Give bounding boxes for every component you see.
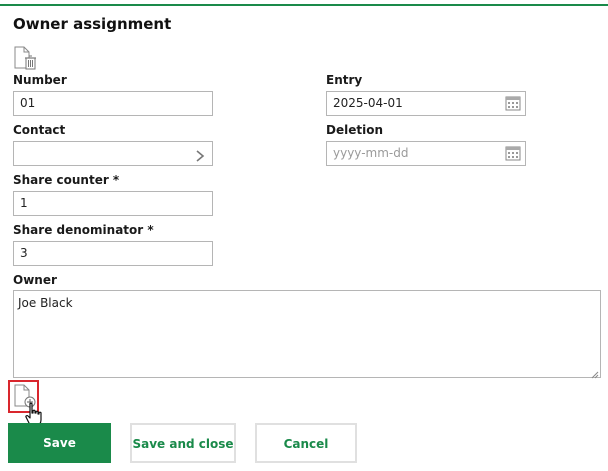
deletion-placeholder: yyyy-mm-dd — [333, 146, 409, 160]
chevron-right-icon[interactable] — [194, 147, 206, 162]
page-title: Owner assignment — [13, 15, 172, 33]
contact-picker[interactable] — [13, 141, 213, 166]
number-label: Number — [13, 73, 67, 87]
number-value: 01 — [20, 96, 36, 110]
share-denominator-value: 3 — [20, 246, 28, 260]
owner-label: Owner — [13, 273, 57, 287]
share-counter-value: 1 — [20, 196, 28, 210]
owner-textarea[interactable]: Joe Black — [13, 290, 601, 379]
document-delete-icon[interactable] — [13, 46, 36, 72]
calendar-icon[interactable] — [505, 145, 521, 161]
calendar-icon[interactable] — [505, 95, 521, 111]
save-button[interactable]: Save — [8, 423, 111, 463]
share-counter-input[interactable]: 1 — [13, 191, 213, 216]
deletion-label: Deletion — [326, 123, 383, 137]
share-counter-label: Share counter * — [13, 173, 120, 187]
owner-value: Joe Black — [18, 296, 73, 310]
resize-grip-icon[interactable] — [591, 368, 599, 379]
share-denominator-input[interactable]: 3 — [13, 241, 213, 266]
contact-label: Contact — [13, 123, 66, 137]
header-accent-line — [0, 4, 608, 6]
entry-label: Entry — [326, 73, 363, 87]
cancel-button[interactable]: Cancel — [255, 423, 357, 463]
deletion-date-input[interactable]: yyyy-mm-dd — [326, 141, 526, 166]
number-input[interactable]: 01 — [13, 91, 213, 116]
share-denominator-label: Share denominator * — [13, 223, 154, 237]
entry-value: 2025-04-01 — [333, 96, 403, 110]
entry-date-input[interactable]: 2025-04-01 — [326, 91, 526, 116]
save-and-close-button[interactable]: Save and close — [130, 423, 236, 463]
